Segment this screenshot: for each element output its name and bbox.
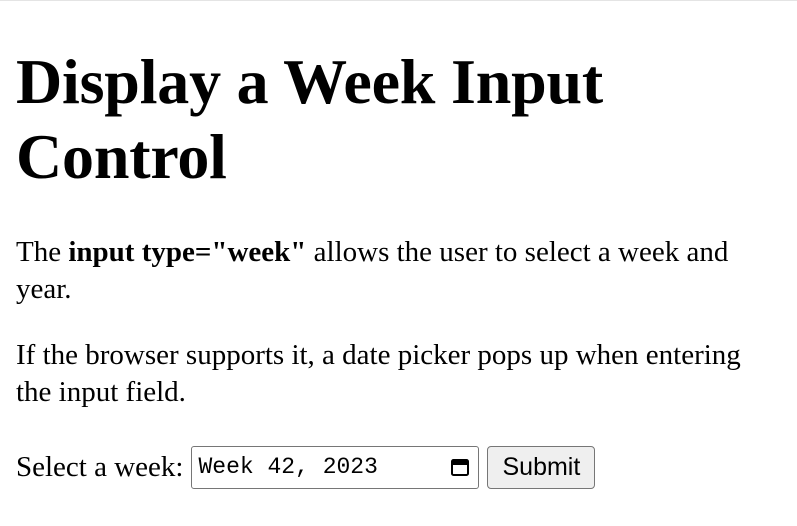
page-title: Display a Week Input Control [16,46,604,192]
week-value[interactable]: Week 42, 2023 [198,454,450,480]
intro-text-before: The [16,236,69,268]
submit-button[interactable]: Submit [487,445,596,489]
week-label: Select a week: [16,450,184,483]
intro-paragraph: The input type="week" allows the user to… [16,234,781,308]
intro-code: input type="week" [68,236,307,268]
page-content: Display a Week Input Control The input t… [16,0,781,489]
week-input[interactable]: Week 42, 2023 [191,445,480,489]
note-paragraph: If the browser supports it, a date picke… [16,339,741,408]
week-form: Select a week: Week 42, 2023 Submit [16,445,781,489]
calendar-icon[interactable] [450,457,470,477]
